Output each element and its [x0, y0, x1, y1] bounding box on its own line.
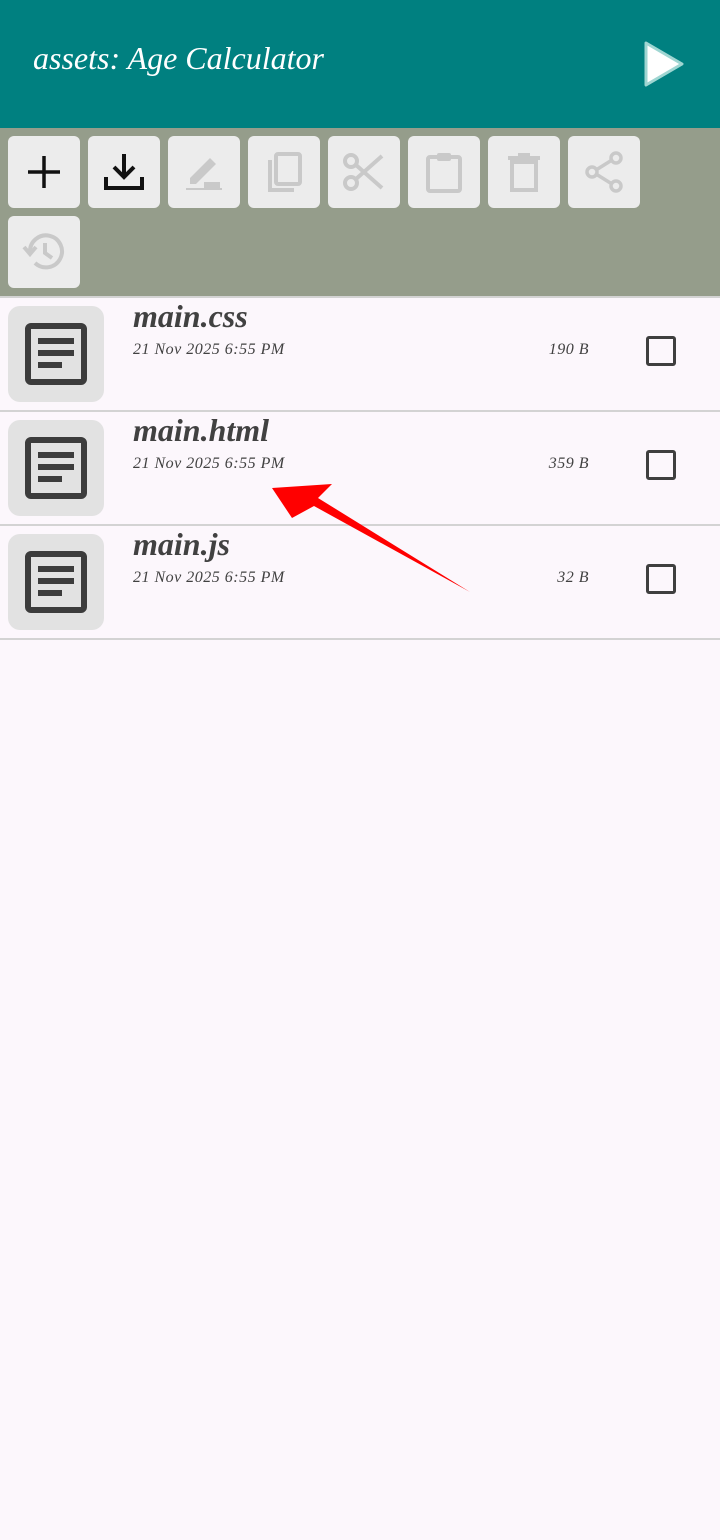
import-button[interactable] — [88, 136, 160, 208]
red-arrow-icon — [272, 484, 470, 592]
file-icon-tile — [8, 534, 104, 630]
delete-button[interactable] — [488, 136, 560, 208]
download-icon — [104, 154, 144, 190]
file-icon-tile — [8, 306, 104, 402]
copy-icon — [268, 152, 302, 192]
file-size: 359 B — [548, 455, 589, 472]
file-date: 21 Nov 2025 6:55 PM — [133, 341, 285, 358]
edit-icon — [186, 158, 222, 190]
select-checkbox[interactable] — [646, 564, 676, 594]
file-name: main.html — [133, 412, 270, 448]
share-button[interactable] — [568, 136, 640, 208]
document-icon — [25, 323, 87, 385]
file-name: main.css — [133, 298, 248, 334]
page-title: assets: Age Calculator — [33, 40, 324, 76]
document-icon — [25, 551, 87, 613]
app-bar: assets: Age Calculator — [0, 0, 720, 128]
play-icon — [644, 41, 684, 87]
run-button[interactable] — [636, 36, 692, 92]
rename-button[interactable] — [168, 136, 240, 208]
history-button[interactable] — [8, 216, 80, 288]
file-icon-tile — [8, 420, 104, 516]
action-toolbar — [0, 128, 720, 296]
file-size: 32 B — [557, 569, 589, 586]
select-checkbox[interactable] — [646, 336, 676, 366]
file-date: 21 Nov 2025 6:55 PM — [133, 455, 285, 472]
file-size: 190 B — [548, 341, 589, 358]
history-icon — [22, 233, 64, 270]
new-button[interactable] — [8, 136, 80, 208]
list-item[interactable]: main.css 21 Nov 2025 6:55 PM 190 B — [0, 298, 720, 412]
file-name: main.js — [133, 526, 230, 562]
select-checkbox[interactable] — [646, 450, 676, 480]
trash-icon — [508, 153, 540, 192]
scissors-icon — [343, 153, 384, 191]
plus-icon — [28, 156, 60, 188]
document-icon — [25, 437, 87, 499]
paste-button[interactable] — [408, 136, 480, 208]
cut-button[interactable] — [328, 136, 400, 208]
clipboard-icon — [426, 153, 462, 193]
share-icon — [585, 151, 623, 193]
copy-button[interactable] — [248, 136, 320, 208]
